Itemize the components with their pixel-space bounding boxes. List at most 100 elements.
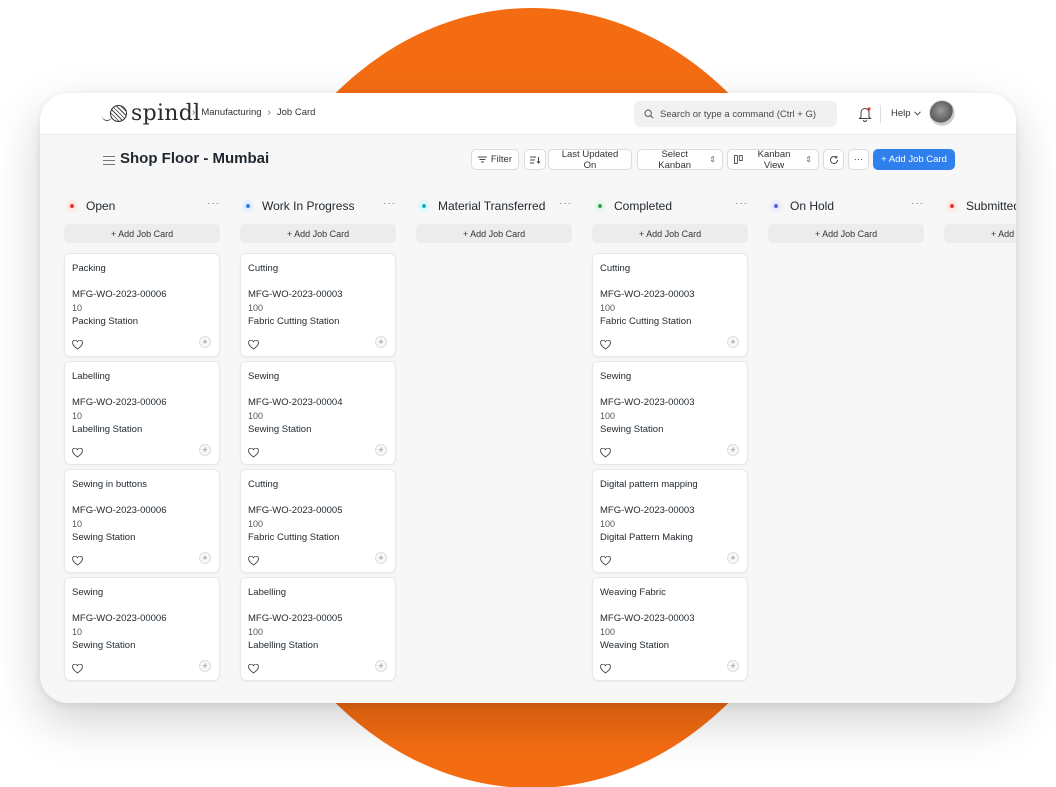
kanban-column: Open ··· + Add Job Card Packing MFG-WO-2023-… — [64, 193, 220, 681]
heart-icon[interactable] — [72, 445, 83, 458]
filter-button[interactable]: Filter — [471, 149, 519, 170]
card-quantity: 10 — [72, 303, 83, 313]
menu-icon[interactable] — [103, 156, 115, 165]
plus-icon[interactable]: + — [199, 336, 211, 348]
job-card[interactable]: Labelling MFG-WO-2023-00005 100 Labelling S… — [240, 577, 396, 681]
yarn-ball-icon — [102, 104, 128, 124]
heart-icon[interactable] — [72, 661, 83, 674]
plus-icon[interactable]: + — [199, 660, 211, 672]
kanban-column: Submitted··· + Add Job Card — [944, 193, 1016, 243]
card-work-order: MFG-WO-2023-00005 — [248, 505, 343, 516]
heart-icon[interactable] — [72, 553, 83, 566]
job-card[interactable]: Weaving Fabric MFG-WO-2023-00003 100 Weavin… — [592, 577, 748, 681]
job-card[interactable]: Sewing MFG-WO-2023-00006 10 Sewing Station + — [64, 577, 220, 681]
column-title: Open — [86, 199, 116, 213]
job-card[interactable]: Sewing MFG-WO-2023-00003 100 Sewing Station… — [592, 361, 748, 465]
card-operation: Sewing in buttons — [72, 479, 147, 490]
card-quantity: 100 — [600, 627, 616, 637]
view-switcher-button[interactable]: Kanban View ⇕ — [727, 149, 819, 171]
heart-icon[interactable] — [600, 445, 611, 458]
heart-icon[interactable] — [600, 661, 611, 674]
app-window: spindl › Manufacturing › Job Card Help S… — [40, 93, 1016, 703]
column-add-job-card-button[interactable]: + Add Job Card — [768, 224, 924, 243]
chevron-right-icon: › — [192, 107, 196, 118]
job-card[interactable]: Sewing MFG-WO-2023-00004 100 Sewing Station… — [240, 361, 396, 465]
updown-icon: ⇕ — [805, 155, 812, 164]
plus-icon[interactable]: + — [727, 660, 739, 672]
column-add-job-card-button[interactable]: + Add Job Card — [592, 224, 748, 243]
heart-icon[interactable] — [600, 337, 611, 350]
sort-by-button[interactable]: Last Updated On — [548, 149, 632, 171]
kanban-column: Work In Progress ··· + Add Job Card Cutting… — [240, 193, 396, 681]
job-card[interactable]: Cutting MFG-WO-2023-00005 100 Fabric Cuttin… — [240, 469, 396, 573]
breadcrumb-job-card[interactable]: Job Card — [277, 107, 316, 118]
heart-icon[interactable] — [600, 553, 611, 566]
select-kanban-button[interactable]: Select Kanban ⇕ — [637, 149, 723, 171]
job-card[interactable]: Cutting MFG-WO-2023-00003 100 Fabric Cuttin… — [592, 253, 748, 357]
plus-icon[interactable]: + — [727, 444, 739, 456]
kanban-icon — [734, 155, 743, 164]
column-add-job-card-button[interactable]: + Add Job Card — [944, 224, 1016, 243]
plus-icon[interactable]: + — [727, 552, 739, 564]
column-title: Work In Progress — [262, 199, 355, 213]
logo[interactable]: spindl — [102, 99, 201, 129]
heart-icon[interactable] — [72, 337, 83, 350]
column-menu-icon[interactable]: ··· — [207, 198, 220, 209]
column-add-job-card-button[interactable]: + Add Job Card — [64, 224, 220, 243]
filter-label: Filter — [490, 154, 512, 165]
search-input[interactable] — [660, 108, 830, 120]
breadcrumb-manufacturing[interactable]: Manufacturing — [201, 107, 261, 118]
card-quantity: 100 — [248, 411, 264, 421]
plus-icon[interactable]: + — [375, 660, 387, 672]
card-work-order: MFG-WO-2023-00006 — [72, 613, 167, 624]
heart-icon[interactable] — [248, 553, 259, 566]
search-icon — [644, 109, 654, 119]
card-quantity: 10 — [72, 519, 83, 529]
column-menu-icon[interactable]: ··· — [911, 198, 924, 209]
column-menu-icon[interactable]: ··· — [383, 198, 396, 209]
add-job-card-button[interactable]: + Add Job Card — [873, 149, 955, 170]
status-dot-icon — [242, 200, 254, 212]
chevron-down-icon — [913, 111, 921, 116]
heart-icon[interactable] — [248, 445, 259, 458]
column-title: Material Transferred — [438, 199, 546, 213]
card-work-order: MFG-WO-2023-00006 — [72, 289, 167, 300]
status-dot-icon — [770, 200, 782, 212]
card-operation: Cutting — [248, 263, 279, 274]
more-options-button[interactable]: ··· — [848, 149, 869, 170]
column-add-job-card-button[interactable]: + Add Job Card — [416, 224, 572, 243]
card-work-order: MFG-WO-2023-00006 — [72, 397, 167, 408]
job-card[interactable]: Cutting MFG-WO-2023-00003 100 Fabric Cuttin… — [240, 253, 396, 357]
plus-icon[interactable]: + — [727, 336, 739, 348]
avatar[interactable] — [929, 100, 955, 126]
job-card[interactable]: Digital pattern mapping MFG-WO-2023-00003… — [592, 469, 748, 573]
column-title: Completed — [614, 199, 673, 213]
job-card[interactable]: Sewing in buttons MFG-WO-2023-00006 10 Sewi… — [64, 469, 220, 573]
card-workstation: Labelling Station — [248, 640, 319, 651]
plus-icon[interactable]: + — [199, 552, 211, 564]
plus-icon[interactable]: + — [375, 444, 387, 456]
breadcrumb: › Manufacturing › Job Card — [192, 107, 315, 118]
bell-icon[interactable] — [858, 106, 872, 122]
heart-icon[interactable] — [248, 337, 259, 350]
status-dot-icon — [418, 200, 430, 212]
column-header: On Hold ··· — [768, 193, 924, 219]
column-menu-icon[interactable]: ··· — [735, 198, 748, 209]
job-card[interactable]: Labelling MFG-WO-2023-00006 10 Labelling St… — [64, 361, 220, 465]
refresh-icon — [829, 155, 838, 164]
help-menu[interactable]: Help — [891, 108, 921, 119]
column-add-job-card-button[interactable]: + Add Job Card — [240, 224, 396, 243]
plus-icon[interactable]: + — [199, 444, 211, 456]
plus-icon[interactable]: + — [375, 552, 387, 564]
sort-order-button[interactable] — [524, 149, 546, 170]
heart-icon[interactable] — [248, 661, 259, 674]
job-card[interactable]: Packing MFG-WO-2023-00006 10 Packing Statio… — [64, 253, 220, 357]
refresh-button[interactable] — [823, 149, 844, 170]
column-menu-icon[interactable]: ··· — [559, 198, 572, 209]
search-bar[interactable] — [634, 101, 837, 127]
status-dot-icon — [66, 200, 78, 212]
card-quantity: 100 — [600, 411, 616, 421]
card-quantity: 100 — [248, 303, 264, 313]
card-quantity: 10 — [72, 411, 83, 421]
plus-icon[interactable]: + — [375, 336, 387, 348]
